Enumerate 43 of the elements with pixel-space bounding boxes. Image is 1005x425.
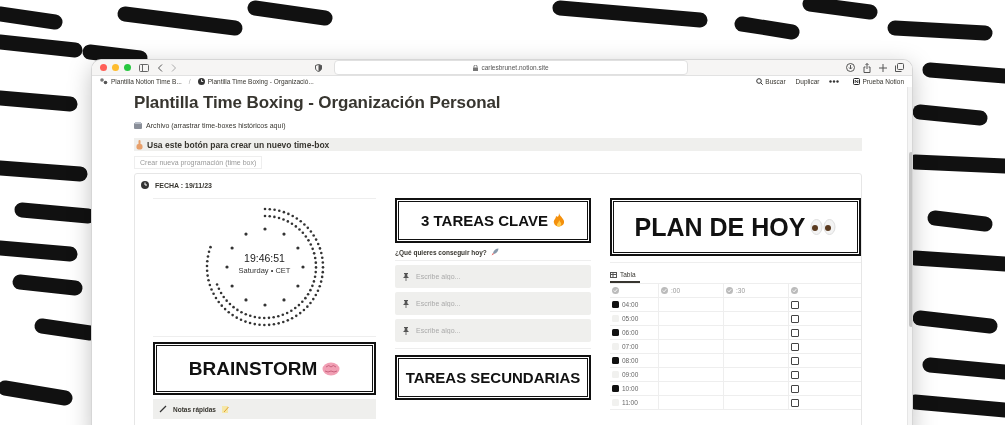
flame-icon bbox=[553, 213, 565, 228]
notion-logo-icon bbox=[853, 78, 861, 85]
checkbox[interactable] bbox=[791, 370, 799, 379]
clock-icon bbox=[197, 78, 205, 85]
checkbox[interactable] bbox=[791, 314, 799, 323]
eyes-icon bbox=[810, 219, 837, 235]
memo-icon bbox=[222, 405, 229, 413]
page-title: Plantilla Time Boxing - Organización Personal bbox=[134, 92, 502, 114]
plus-icon[interactable] bbox=[879, 63, 887, 72]
check-circle-icon bbox=[726, 287, 733, 294]
checkbox[interactable] bbox=[791, 342, 799, 351]
brain-icon bbox=[322, 361, 341, 376]
heading-text: 3 TAREAS CLAVE bbox=[421, 212, 548, 229]
heading-text: TAREAS SECUNDARIAS bbox=[405, 369, 581, 386]
search-icon bbox=[756, 78, 764, 85]
dots-icon bbox=[100, 78, 108, 85]
heading-text: BRAINSTORM bbox=[188, 357, 318, 380]
checkbox[interactable] bbox=[791, 300, 799, 309]
shield-icon[interactable] bbox=[315, 63, 322, 72]
lock-icon bbox=[473, 64, 479, 71]
callout-text: Usa este botón para crear un nuevo time-box bbox=[147, 139, 330, 150]
close-icon[interactable] bbox=[100, 64, 107, 71]
pencil-icon bbox=[159, 405, 167, 413]
clock-icon bbox=[141, 181, 149, 189]
check-circle-icon bbox=[661, 287, 668, 294]
checkbox[interactable] bbox=[791, 356, 799, 365]
more-icon[interactable] bbox=[829, 80, 840, 83]
pointing-hand-icon bbox=[136, 139, 143, 150]
cabinet-icon bbox=[134, 121, 142, 129]
checkbox[interactable] bbox=[791, 384, 799, 393]
table-icon bbox=[610, 271, 617, 278]
check-circle-icon bbox=[612, 287, 619, 294]
checkbox[interactable] bbox=[791, 328, 799, 337]
rocket-icon bbox=[490, 248, 499, 256]
scrollbar[interactable] bbox=[907, 87, 912, 425]
sidebar-icon[interactable] bbox=[139, 63, 149, 72]
tabs-icon[interactable] bbox=[895, 63, 904, 72]
checkbox[interactable] bbox=[791, 398, 799, 407]
check-circle-icon bbox=[791, 287, 798, 294]
share-icon[interactable] bbox=[863, 62, 871, 73]
clock-time: 19:46:51 bbox=[244, 252, 285, 264]
download-icon[interactable] bbox=[846, 63, 855, 72]
heading-text: PLAN DE HOY bbox=[634, 212, 806, 242]
